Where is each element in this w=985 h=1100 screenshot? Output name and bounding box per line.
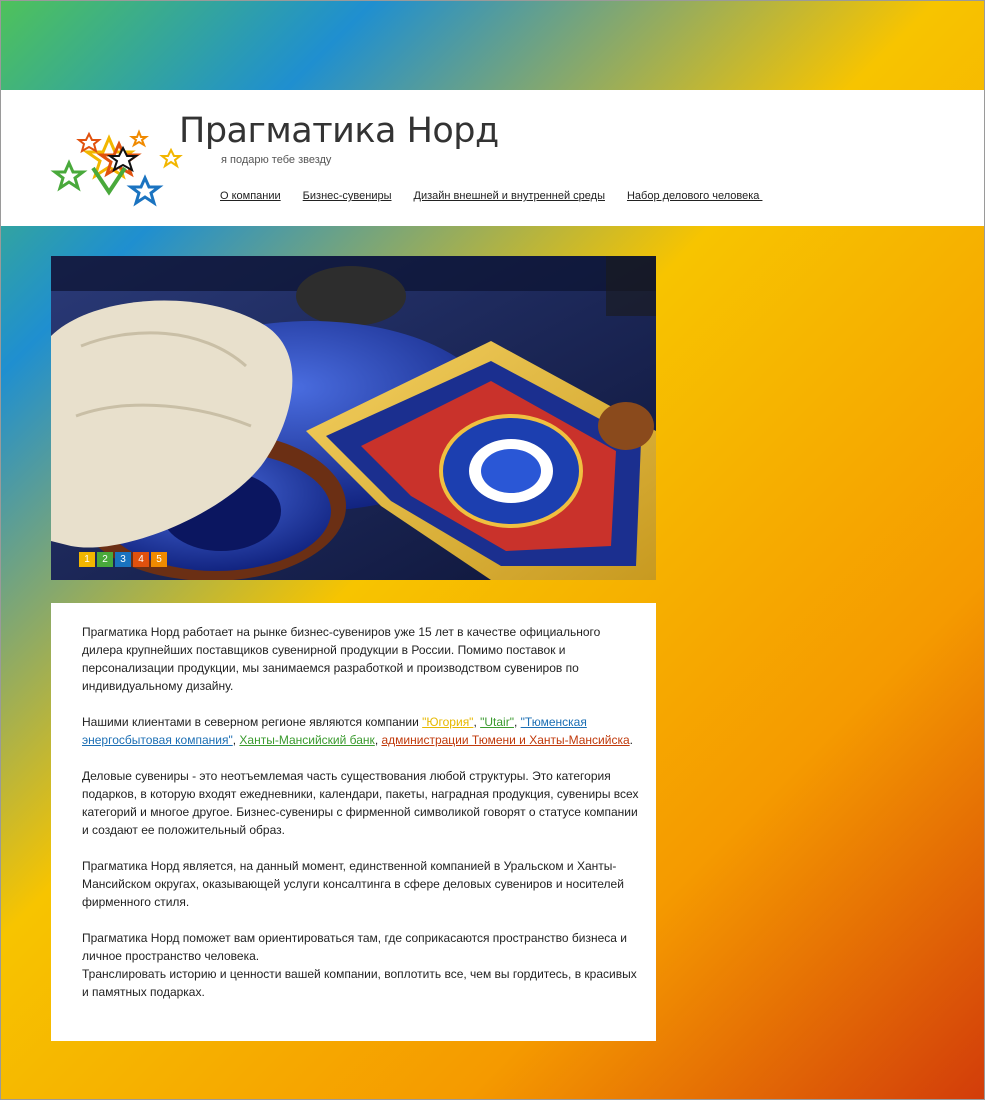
- site-header: Прагматика Норд я подарю тебе звезду О к…: [1, 90, 984, 226]
- image-slider[interactable]: 1 2 3 4 5: [51, 256, 656, 580]
- nav-business-kit[interactable]: Набор делового человека: [627, 190, 762, 202]
- clients-intro-text: Нашими клиентами в северном регионе явля…: [82, 715, 423, 729]
- brand-tagline: я подарю тебе звезду: [221, 154, 332, 166]
- closing-line-1: Прагматика Норд поможет вам ориентироват…: [82, 931, 627, 963]
- slider-pagination: 1 2 3 4 5: [79, 552, 167, 567]
- client-link-administration[interactable]: администрации Тюмени и Ханты-Мансийска: [381, 733, 629, 747]
- slide-1-button[interactable]: 1: [79, 552, 95, 567]
- paragraph-closing: Прагматика Норд поможет вам ориентироват…: [82, 929, 644, 1001]
- paragraph-consulting: Прагматика Норд является, на данный моме…: [82, 859, 624, 909]
- slide-2-button[interactable]: 2: [97, 552, 113, 567]
- nav-about[interactable]: О компании: [220, 190, 281, 202]
- client-link-khmb[interactable]: Ханты-Мансийский банк: [239, 733, 374, 747]
- slider-photo: [51, 256, 656, 580]
- paragraph-souvenirs: Деловые сувениры - это неотъемлемая част…: [82, 769, 639, 837]
- sentence-end: .: [629, 733, 633, 747]
- about-text-block: Прагматика Норд работает на рынке бизнес…: [51, 603, 656, 1041]
- stars-logo-icon[interactable]: [49, 128, 189, 212]
- nav-business-souvenirs[interactable]: Бизнес-сувениры: [303, 190, 392, 202]
- paragraph-intro: Прагматика Норд работает на рынке бизнес…: [82, 625, 601, 693]
- slide-5-button[interactable]: 5: [151, 552, 167, 567]
- slide-4-button[interactable]: 4: [133, 552, 149, 567]
- separator: ,: [513, 715, 521, 729]
- main-navigation: О компании Бизнес-сувениры Дизайн внешне…: [220, 190, 762, 202]
- closing-line-2: Транслировать историю и ценности вашей к…: [82, 967, 637, 999]
- brand-title: Прагматика Норд: [179, 111, 499, 151]
- nav-design[interactable]: Дизайн внешней и внутренней среды: [414, 190, 605, 202]
- paragraph-clients: Нашими клиентами в северном регионе явля…: [82, 713, 644, 749]
- client-link-ugoria[interactable]: "Югория": [422, 715, 473, 729]
- client-link-utair[interactable]: "Utair": [480, 715, 514, 729]
- slide-3-button[interactable]: 3: [115, 552, 131, 567]
